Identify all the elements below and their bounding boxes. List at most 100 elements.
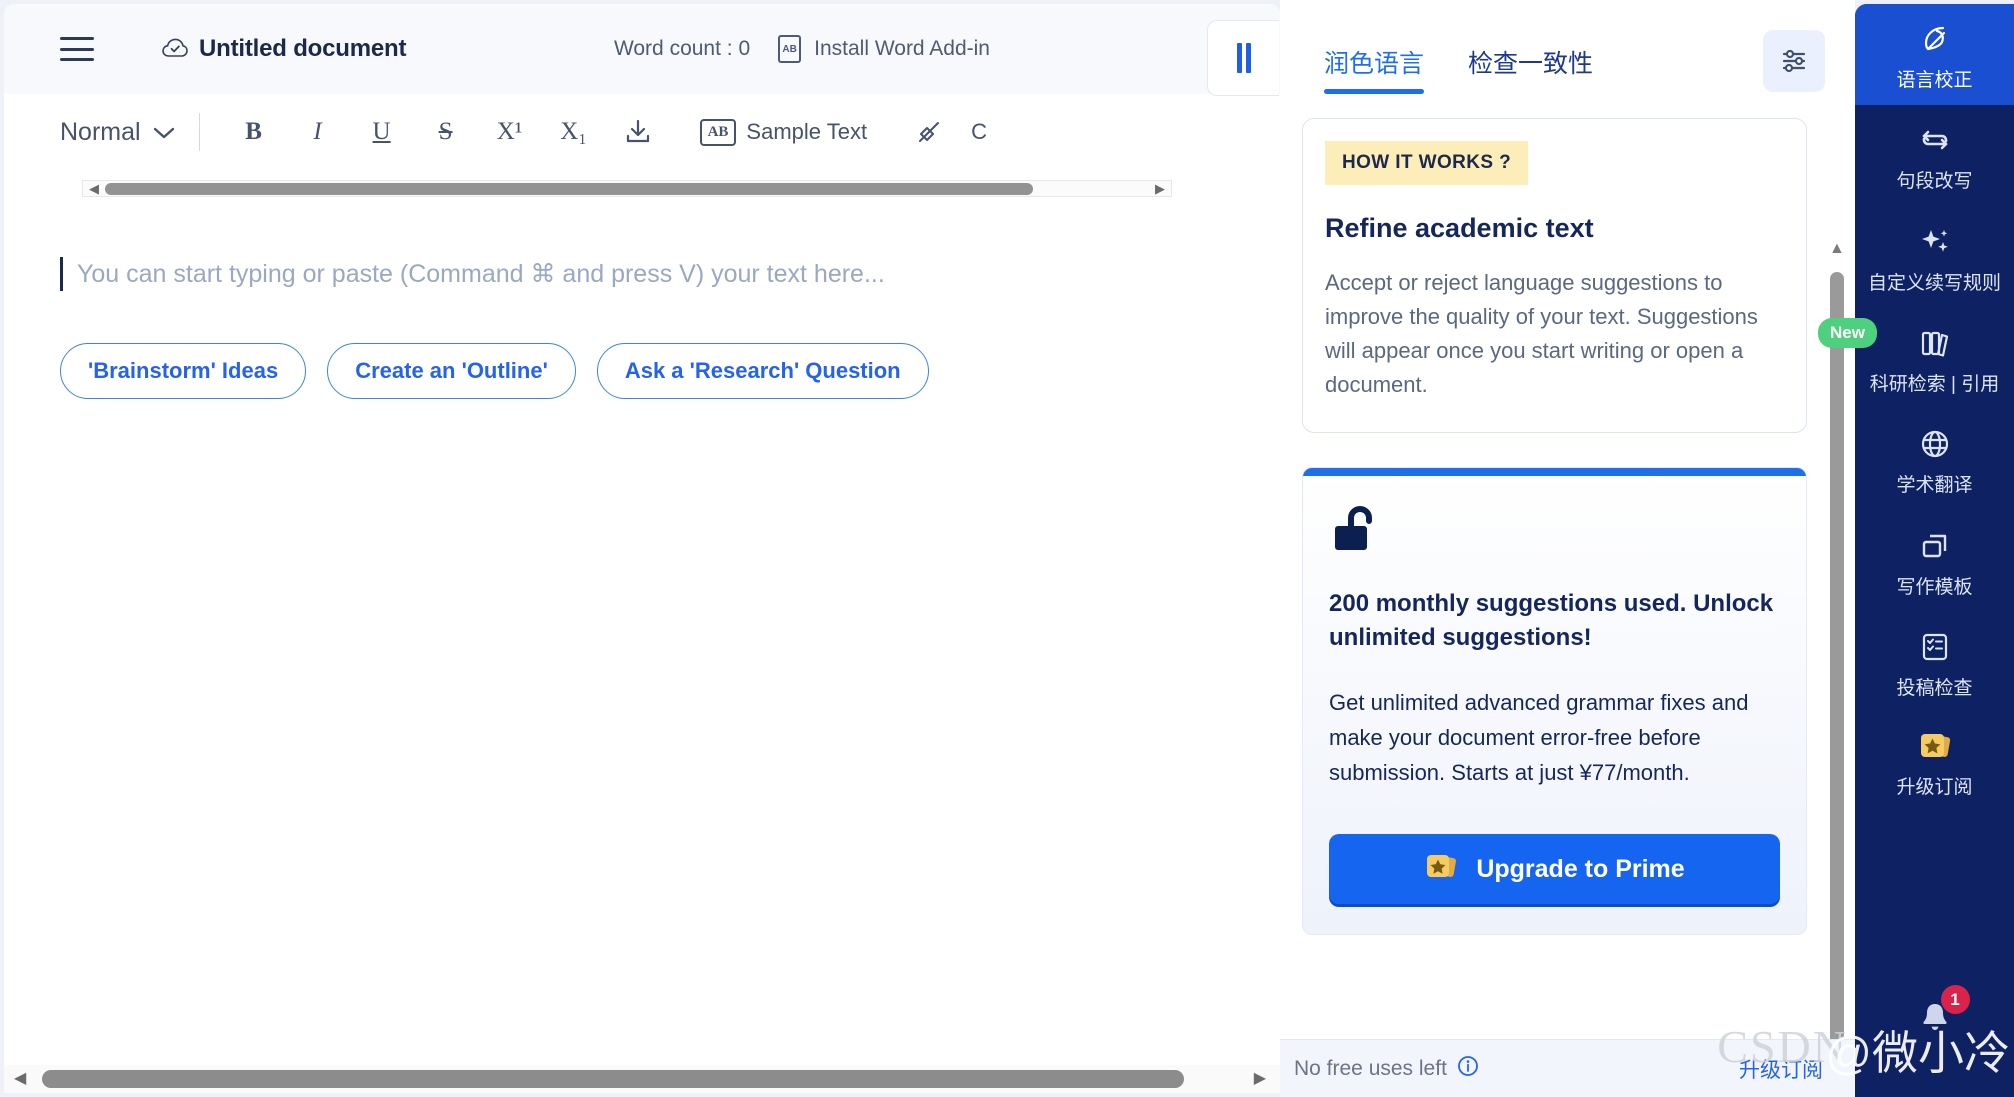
upgrade-to-prime-button[interactable]: Upgrade to Prime	[1329, 834, 1780, 905]
word-count-label: Word count : 0	[613, 37, 751, 60]
sidebar-item-academic-translation[interactable]: 学术翻译	[1855, 409, 2014, 510]
free-uses-status: No free uses left	[1294, 1055, 1479, 1083]
assistant-vertical-scrollbar[interactable]: ▲	[1827, 236, 1847, 1039]
sliders-settings-icon[interactable]	[1763, 30, 1825, 92]
underline-button[interactable]: U	[350, 107, 414, 157]
checklist-icon	[1918, 630, 1952, 669]
card-heading: Refine academic text	[1325, 213, 1594, 243]
assistant-content: HOW IT WORKS ? Refine academic text Acce…	[1302, 118, 1807, 936]
assistant-tabs: 润色语言 检查一致性	[1280, 0, 1855, 118]
tab-check-consistency[interactable]: 检查一致性	[1468, 44, 1593, 94]
paragraph-style-select[interactable]: Normal	[60, 118, 199, 147]
page-title: Untitled document	[199, 35, 407, 62]
chip-create-outline[interactable]: Create an 'Outline'	[327, 343, 576, 399]
toolbar-divider	[198, 113, 200, 151]
upgrade-to-prime-label: Upgrade to Prime	[1476, 854, 1685, 883]
how-it-works-badge: HOW IT WORKS ?	[1325, 141, 1529, 185]
ruler-horizontal-scrollbar[interactable]: ◀ ▶	[82, 180, 1172, 197]
cloud-check-icon	[162, 38, 188, 60]
upgrade-promo-card: 200 monthly suggestions used. Unlock unl…	[1302, 467, 1807, 936]
install-word-addin-label: Install Word Add-in	[814, 37, 990, 60]
superscript-button[interactable]: X¹	[478, 107, 542, 157]
promo-accent-bar	[1303, 468, 1806, 477]
sample-text-badge: AB	[699, 118, 737, 146]
prompt-chip-group: 'Brainstorm' Ideas Create an 'Outline' A…	[60, 343, 1280, 399]
app-root: Untitled document Word count : 0 AB Inst…	[0, 0, 2014, 1097]
editor-scroll-thumb[interactable]	[42, 1070, 1184, 1088]
document-body[interactable]: You can start typing or paste (Command ⌘…	[4, 197, 1280, 399]
chevron-down-icon	[153, 118, 175, 147]
editor-scroll-right-arrow[interactable]: ▶	[1254, 1068, 1266, 1088]
ruler-scroll-thumb[interactable]	[105, 183, 1033, 195]
footer-upgrade-link[interactable]: 升级订阅	[1739, 1054, 1823, 1084]
info-circle-icon[interactable]	[1457, 1055, 1479, 1083]
how-it-works-card: HOW IT WORKS ? Refine academic text Acce…	[1302, 118, 1807, 434]
editor-placeholder-row[interactable]: You can start typing or paste (Command ⌘…	[60, 257, 1280, 291]
assistant-scroll-area: HOW IT WORKS ? Refine academic text Acce…	[1280, 118, 1855, 1039]
books-icon	[1918, 326, 1952, 365]
chip-research-question[interactable]: Ask a 'Research' Question	[596, 343, 929, 399]
sparkle-icon	[1918, 225, 1952, 264]
subscript-button[interactable]: X₁	[542, 107, 606, 157]
notification-count-badge: 1	[1940, 985, 1970, 1014]
promo-heading: 200 monthly suggestions used. Unlock unl…	[1329, 590, 1774, 651]
globe-icon	[1918, 427, 1952, 466]
sidebar-label-writing-templates: 写作模板	[1896, 576, 1973, 598]
hamburger-menu-icon[interactable]	[60, 37, 94, 61]
clear-formatting-icon[interactable]	[897, 107, 961, 157]
ruler-scroll-right-arrow[interactable]: ▶	[1155, 181, 1165, 197]
promo-inner: 200 monthly suggestions used. Unlock unl…	[1303, 476, 1806, 934]
strikethrough-button[interactable]: S	[414, 107, 478, 157]
panel-resize-handle[interactable]	[1207, 20, 1279, 96]
install-word-addin-button[interactable]: AB Install Word Add-in	[778, 35, 990, 63]
sample-text-button[interactable]: Sample Text	[746, 119, 867, 145]
sidebar-item-upgrade[interactable]: 升级订阅	[1855, 713, 2014, 812]
sidebar-item-custom-rules[interactable]: 自定义续写规则	[1855, 207, 2014, 308]
templates-icon	[1918, 529, 1952, 568]
sidebar-label-academic-translation: 学术翻译	[1896, 475, 1973, 497]
text-caret	[60, 257, 63, 291]
notification-bell-icon[interactable]: 1	[1913, 985, 1970, 1045]
rewrite-arrows-icon	[1918, 123, 1952, 162]
sidebar-label-paraphrase: 句段改写	[1896, 171, 1973, 193]
italic-button[interactable]: I	[286, 107, 350, 157]
paragraph-style-value: Normal	[60, 117, 141, 146]
editor-pane: Untitled document Word count : 0 AB Inst…	[4, 4, 1280, 1093]
promo-body: Get unlimited advanced grammar fixes and…	[1329, 689, 1749, 785]
new-badge: New	[1818, 317, 1877, 348]
download-icon[interactable]	[606, 107, 670, 157]
sidebar-label-submission-check: 投稿检查	[1896, 677, 1973, 699]
assistant-scroll-thumb[interactable]	[1830, 272, 1844, 1039]
feather-pen-icon	[1918, 22, 1952, 61]
sidebar-label-research-citation: 科研检索 | 引用	[1869, 373, 2000, 395]
card-body-text: Accept or reject language suggestions to…	[1325, 270, 1758, 398]
editor-placeholder: You can start typing or paste (Command ⌘…	[77, 260, 885, 288]
sidebar-item-language-correction[interactable]: 语言校正	[1855, 4, 2014, 106]
tab-refine-language[interactable]: 润色语言	[1324, 44, 1425, 94]
assistant-scroll-up-arrow[interactable]: ▲	[1829, 240, 1845, 258]
star-card-icon	[1917, 731, 1953, 768]
document-title-group[interactable]: Untitled document	[162, 35, 406, 63]
unlock-icon	[1329, 504, 1780, 561]
formatting-toolbar: Normal B I U S X¹ X₁ AB Sample Text C	[4, 94, 1280, 170]
free-uses-label: No free uses left	[1294, 1056, 1447, 1080]
bold-button[interactable]: B	[222, 107, 286, 157]
assistant-footer: No free uses left 升级订阅	[1280, 1039, 1855, 1097]
sidebar-label-upgrade: 升级订阅	[1896, 777, 1973, 799]
editor-horizontal-scrollbar[interactable]: ◀ ▶	[4, 1065, 1280, 1093]
sidebar-item-writing-templates[interactable]: 写作模板	[1855, 511, 2014, 612]
sidebar-item-submission-check[interactable]: 投稿检查	[1855, 612, 2014, 713]
ruler-scroll-left-arrow[interactable]: ◀	[89, 181, 99, 197]
editor-scroll-left-arrow[interactable]: ◀	[14, 1068, 26, 1088]
word-icon: AB	[778, 35, 802, 63]
clear-formatting-label[interactable]: C	[971, 119, 987, 145]
sidebar-label-custom-rules: 自定义续写规则	[1867, 272, 2001, 294]
chip-brainstorm-ideas[interactable]: 'Brainstorm' Ideas	[60, 343, 307, 399]
tool-sidebar: 语言校正 句段改写 自定义续写规则 New 科研检索 | 引用 学术翻译 写作模…	[1818, 4, 2014, 1097]
assistant-panel: 润色语言 检查一致性 HOW IT WORKS ? Refine academi…	[1280, 0, 1855, 1097]
editor-header-right: Word count : 0 AB Install Word Add-in	[614, 4, 990, 94]
sidebar-item-research-citation[interactable]: New 科研检索 | 引用	[1818, 308, 2014, 409]
sidebar-label-language-correction: 语言校正	[1896, 70, 1973, 91]
editor-header: Untitled document Word count : 0 AB Inst…	[4, 4, 1280, 94]
sidebar-item-paraphrase[interactable]: 句段改写	[1855, 105, 2014, 206]
